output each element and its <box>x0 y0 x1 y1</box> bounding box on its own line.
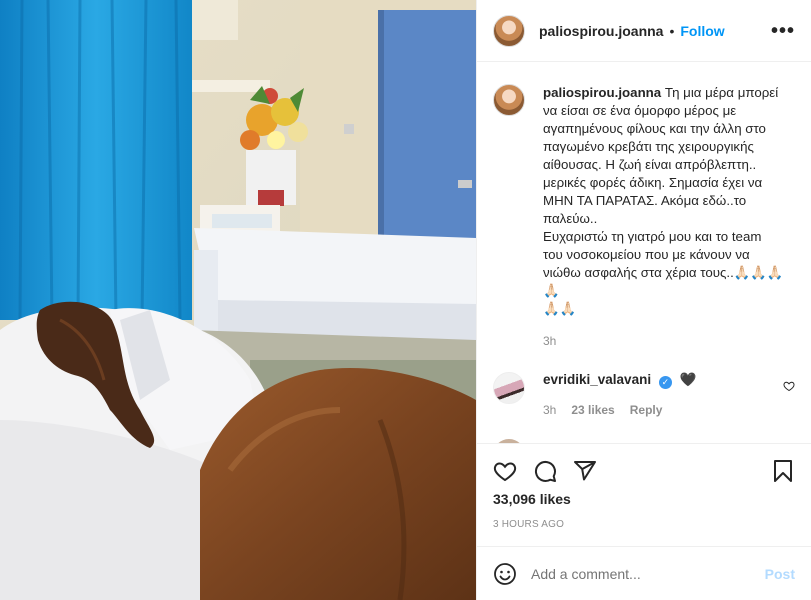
separator-dot: • <box>669 22 675 39</box>
author-avatar[interactable] <box>493 14 525 47</box>
comment-meta: 3h 23 likes Reply <box>543 403 696 417</box>
bookmark-icon[interactable] <box>771 459 795 483</box>
caption-line: νιώθω ασφαλής στα χέρια τους..🙏🏻🙏🏻🙏🏻🙏🏻 <box>543 265 784 298</box>
post-side-panel: paliospirou.joanna • Follow ••• paliospi… <box>476 0 811 600</box>
more-icon[interactable]: ••• <box>771 21 795 41</box>
action-bar <box>477 443 811 497</box>
comment-likes[interactable]: 23 likes <box>571 403 614 417</box>
comment-composer: Post <box>477 546 811 600</box>
commenter-username[interactable]: evridiki_valavani <box>543 372 651 387</box>
caption-age: 3h <box>543 334 557 348</box>
likes-count[interactable]: 33,096 likes <box>477 491 811 507</box>
comment-item: evridiki_valavani ✓ 🖤 3h 23 likes Reply <box>493 372 795 417</box>
caption: paliospirou.joanna Τη μια μέρα μπορεί να… <box>493 62 795 318</box>
post-timestamp[interactable]: 3 HOURS AGO <box>477 519 811 530</box>
caption-line: παγωμένο κρεβάτι της χειρουργικής <box>543 139 754 154</box>
caption-line: να είσαι σε ένα όμορφο μέρος με <box>543 103 737 118</box>
caption-line: μερικές φορές άδικη. Σημασία έχει να <box>543 175 763 190</box>
caption-line: αίθουσας. Η ζωή είναι απρόβλεπτη.. <box>543 157 757 172</box>
caption-line: παλεύω.. <box>543 211 598 226</box>
caption-line: Ευχαριστώ τη γιατρό μου και το team <box>543 229 762 244</box>
comments-list[interactable]: paliospirou.joanna Τη μια μέρα μπορεί να… <box>477 62 811 443</box>
caption-line: αγαπημένους φίλους και την άλλη στο <box>543 121 766 136</box>
post-modal: paliospirou.joanna • Follow ••• paliospi… <box>0 0 811 600</box>
comment-item-partial: ................ ✔ 🌹 <box>493 439 795 443</box>
follow-button[interactable]: Follow <box>680 23 724 39</box>
commenter-avatar[interactable] <box>493 439 525 443</box>
emoji-icon[interactable] <box>493 562 517 586</box>
author-username[interactable]: paliospirou.joanna <box>539 23 663 39</box>
comment-heart-icon[interactable] <box>783 380 795 392</box>
hospital-photo <box>0 0 476 600</box>
comment-text: 🖤 <box>679 372 697 387</box>
comment-body: evridiki_valavani ✓ 🖤 <box>543 372 696 389</box>
verified-icon: ✓ <box>658 376 672 389</box>
caption-line: ΜΗΝ ΤΑ ΠΑΡΑΤΑΣ. Ακόμα εδώ..το <box>543 193 747 208</box>
comment-icon[interactable] <box>533 459 557 483</box>
caption-text: paliospirou.joanna Τη μια μέρα μπορεί να… <box>543 84 795 318</box>
share-icon[interactable] <box>573 459 597 483</box>
comment-age[interactable]: 3h <box>543 403 556 417</box>
caption-line: του νοσοκομείου που με κάνουν να <box>543 247 750 262</box>
reply-button[interactable]: Reply <box>630 403 663 417</box>
post-image[interactable] <box>0 0 476 600</box>
heart-icon[interactable] <box>493 459 517 483</box>
comment-input[interactable] <box>531 565 765 582</box>
caption-line: 🙏🏻🙏🏻 <box>543 301 577 316</box>
caption-avatar[interactable] <box>493 84 525 116</box>
post-header: paliospirou.joanna • Follow ••• <box>477 0 811 62</box>
post-button[interactable]: Post <box>765 566 795 582</box>
caption-username[interactable]: paliospirou.joanna <box>543 85 661 100</box>
commenter-avatar[interactable] <box>493 372 525 404</box>
caption-line: Τη μια μέρα μπορεί <box>664 85 779 100</box>
